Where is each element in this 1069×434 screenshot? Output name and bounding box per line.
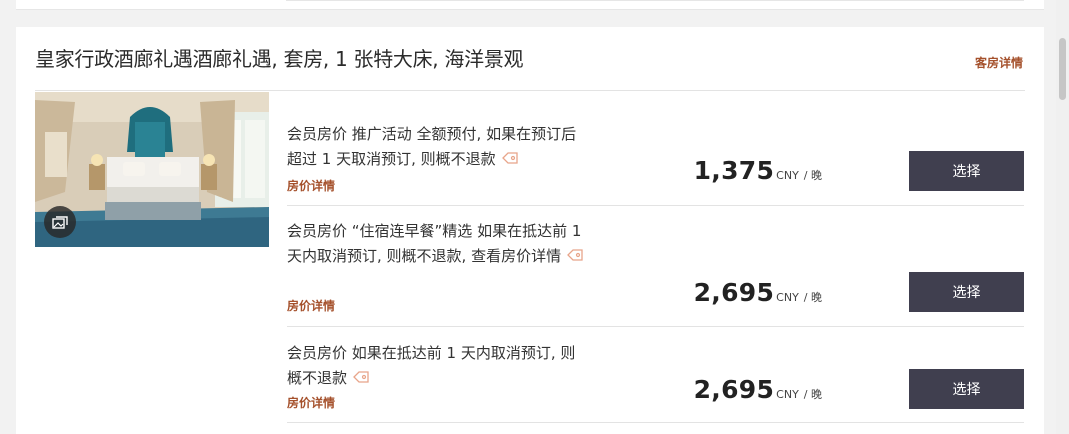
divider — [286, 0, 1024, 1]
gallery-icon — [52, 216, 68, 229]
room-title: 皇家行政酒廊礼遇酒廊礼遇, 套房, 1 张特大床, 海洋景观 — [35, 47, 524, 71]
rate-description-text: 会员房价 推广活动 全额预付, 如果在预订后超过 1 天取消预订, 则概不退款 — [287, 125, 577, 168]
price: 1,375 CNY / 晚 — [694, 156, 822, 185]
price: 2,695 CNY / 晚 — [694, 278, 822, 307]
rate-details-link[interactable]: 房价详情 — [287, 394, 335, 411]
rate-details-link[interactable]: 房价详情 — [287, 177, 335, 194]
room-card: 皇家行政酒廊礼遇酒廊礼遇, 套房, 1 张特大床, 海洋景观 客房详情 会员房价… — [16, 27, 1044, 434]
room-details-link[interactable]: 客房详情 — [975, 54, 1023, 71]
price: 2,695 CNY / 晚 — [694, 375, 822, 404]
promo-tag-icon[interactable] — [353, 370, 369, 384]
rate-row: 会员房价 “住宿连早餐”精选 如果在抵达前 1 天内取消预订, 则概不退款, 查… — [287, 206, 1024, 327]
promo-tag-icon[interactable] — [501, 151, 518, 165]
select-button[interactable]: 选择 — [909, 369, 1024, 409]
rate-description: 会员房价 如果在抵达前 1 天内取消预订, 则概不退款 — [287, 341, 587, 391]
select-button[interactable]: 选择 — [909, 151, 1024, 191]
divider — [287, 422, 1024, 423]
price-currency: CNY — [776, 291, 799, 304]
rate-description-text: 会员房价 “住宿连早餐”精选 如果在抵达前 1 天内取消预订, 则概不退款, 查… — [287, 222, 582, 265]
select-button[interactable]: 选择 — [909, 272, 1024, 312]
divider — [35, 90, 1025, 91]
promo-tag-icon[interactable] — [567, 248, 583, 262]
price-amount: 2,695 — [693, 278, 775, 307]
rate-row: 会员房价 如果在抵达前 1 天内取消预订, 则概不退款 房价详情 2,695 CN… — [287, 327, 1024, 423]
scrollbar[interactable] — [1056, 0, 1069, 434]
scrollbar-thumb[interactable] — [1059, 38, 1066, 100]
price-currency: CNY — [776, 388, 799, 401]
price-per-night: / 晚 — [803, 388, 822, 401]
previous-room-card — [16, 0, 1044, 10]
rate-row: 会员房价 推广活动 全额预付, 如果在预订后超过 1 天取消预订, 则概不退款 … — [287, 92, 1024, 206]
rate-description: 会员房价 推广活动 全额预付, 如果在预订后超过 1 天取消预订, 则概不退款 — [287, 122, 587, 172]
room-photo[interactable] — [35, 92, 269, 247]
price-amount: 1,375 — [693, 156, 775, 185]
price-per-night: / 晚 — [803, 291, 822, 304]
price-per-night: / 晚 — [803, 169, 822, 182]
price-amount: 2,695 — [693, 375, 775, 404]
rate-description-text: 会员房价 如果在抵达前 1 天内取消预订, 则概不退款 — [287, 344, 576, 387]
photo-gallery-button[interactable] — [44, 206, 76, 238]
rate-description: 会员房价 “住宿连早餐”精选 如果在抵达前 1 天内取消预订, 则概不退款, 查… — [287, 219, 587, 269]
rate-details-link[interactable]: 房价详情 — [287, 297, 335, 314]
price-currency: CNY — [776, 169, 799, 182]
